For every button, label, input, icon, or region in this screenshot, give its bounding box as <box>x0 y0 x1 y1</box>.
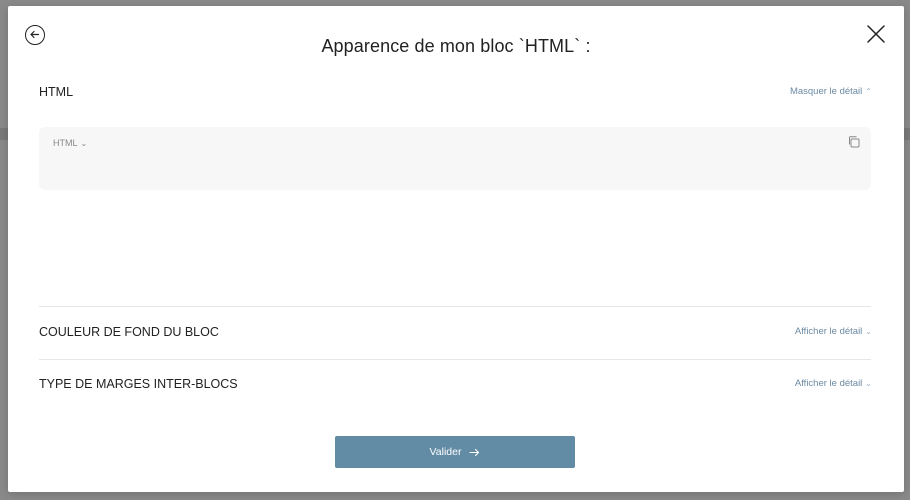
section-title-background: COULEUR DE FOND DU BLOC <box>39 325 219 339</box>
divider <box>39 359 871 360</box>
copy-button[interactable] <box>847 135 861 149</box>
chevron-down-icon: ⌄ <box>865 327 872 336</box>
section-title-html: HTML <box>39 85 74 99</box>
chevron-down-icon: ⌄ <box>80 139 88 148</box>
hide-detail-link[interactable]: Masquer le détail ⌃ <box>790 86 872 97</box>
show-detail-link-background[interactable]: Afficher le détail ⌄ <box>795 326 872 337</box>
toggle-label: Masquer le détail <box>789 86 863 97</box>
toggle-label: Afficher le détail <box>794 378 863 389</box>
show-detail-link-margins[interactable]: Afficher le détail ⌄ <box>795 378 872 389</box>
toggle-label: Afficher le détail <box>794 326 863 337</box>
submit-label: Valider <box>429 446 462 458</box>
divider <box>39 306 871 307</box>
submit-button[interactable]: Valider <box>335 436 575 468</box>
appearance-modal: Apparence de mon bloc `HTML` : HTML Masq… <box>8 6 904 492</box>
copy-icon <box>849 136 860 148</box>
chevron-down-icon: ⌄ <box>865 379 872 388</box>
modal-title: Apparence de mon bloc `HTML` : <box>321 36 591 56</box>
language-label: HTML <box>53 138 78 148</box>
chevron-up-icon: ⌃ <box>865 87 872 96</box>
arrow-right-icon <box>469 448 480 457</box>
section-title-margins: TYPE DE MARGES INTER-BLOCS <box>39 377 238 391</box>
code-editor[interactable]: HTML ⌄ <box>39 127 871 190</box>
language-select[interactable]: HTML ⌄ <box>53 138 87 148</box>
